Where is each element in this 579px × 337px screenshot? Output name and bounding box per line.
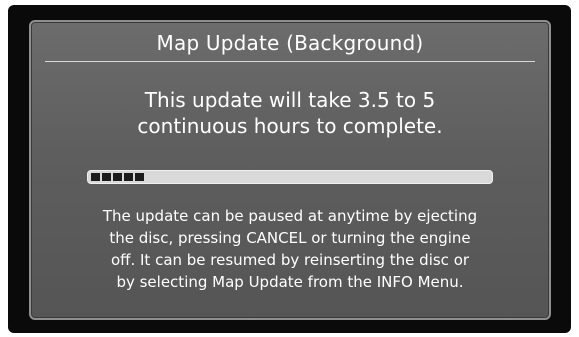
update-duration-message: This update will take 3.5 to 5 continuou… — [31, 87, 549, 139]
dialog-title: Map Update (Background) — [156, 31, 424, 55]
progress-segment — [135, 173, 144, 181]
message-line: This update will take 3.5 to 5 — [144, 88, 436, 112]
message-line: continuous hours to complete. — [137, 114, 443, 138]
progress-segment — [102, 173, 111, 181]
pause-resume-instructions: The update can be paused at anytime by e… — [31, 205, 549, 293]
progress-segment — [91, 173, 100, 181]
instruction-line: by selecting Map Update from the INFO Me… — [116, 273, 464, 291]
progress-segment — [124, 173, 133, 181]
progress-fill — [91, 173, 144, 181]
title-divider — [45, 61, 535, 62]
progress-segment — [113, 173, 122, 181]
instruction-line: the disc, pressing CANCEL or turning the… — [109, 229, 471, 247]
instruction-line: off. It can be resumed by reinserting th… — [110, 251, 470, 269]
instruction-line: The update can be paused at anytime by e… — [102, 207, 478, 225]
map-update-dialog: Map Update (Background) This update will… — [29, 20, 551, 320]
update-progress-bar — [87, 170, 493, 184]
